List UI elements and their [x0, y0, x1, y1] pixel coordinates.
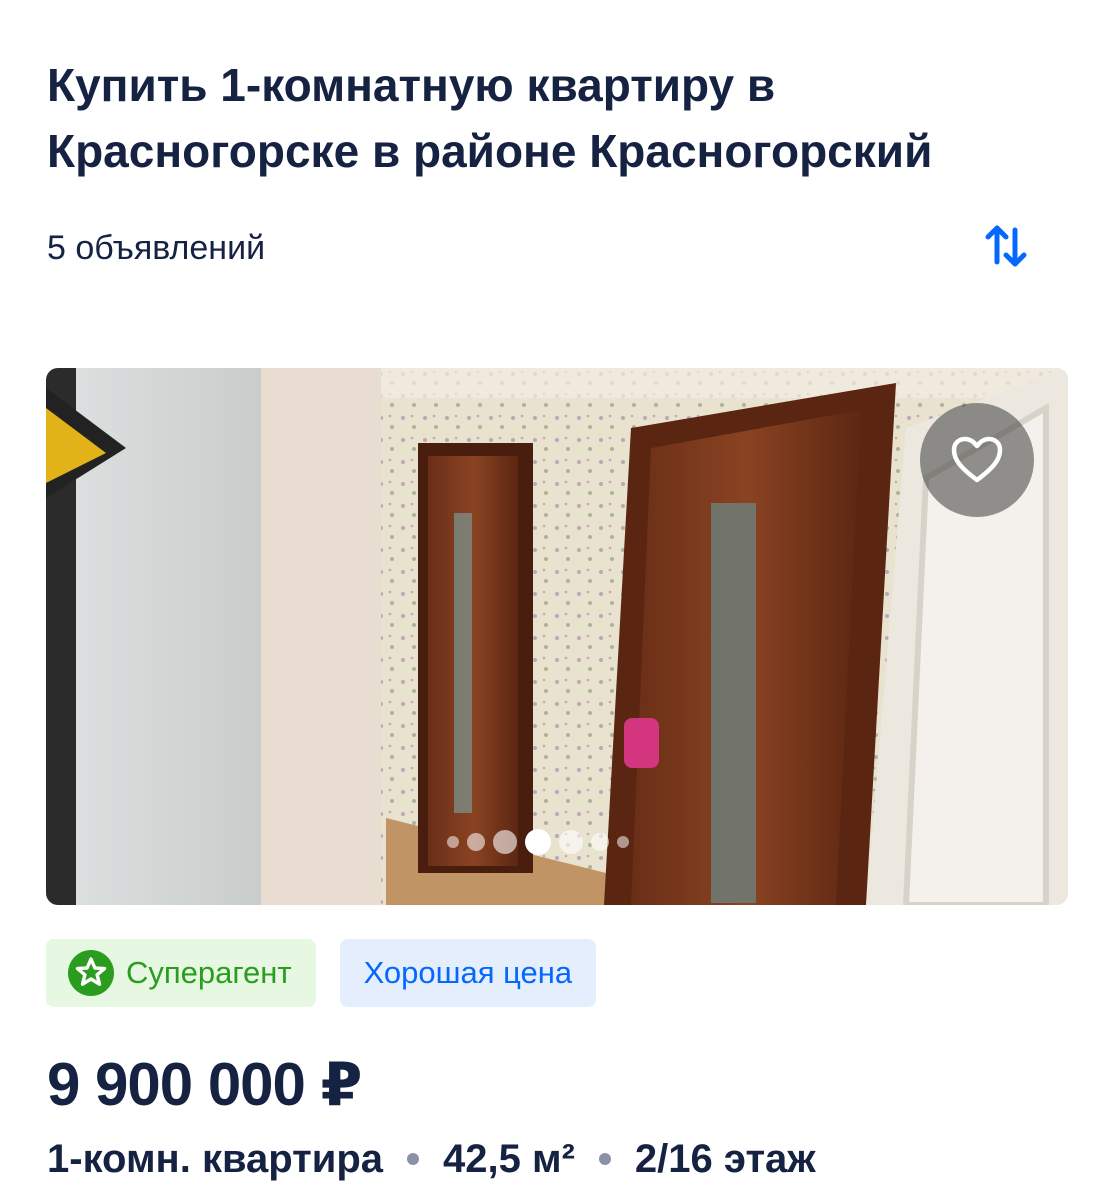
apartment-photo-image — [46, 368, 1068, 905]
gallery-dot[interactable] — [447, 836, 459, 848]
sort-arrows-icon — [985, 225, 1027, 267]
gallery-dot-active[interactable] — [525, 829, 551, 855]
favorite-button[interactable] — [920, 403, 1034, 517]
good-price-badge[interactable]: Хорошая цена — [339, 939, 597, 1007]
star-badge-icon — [68, 950, 114, 996]
gallery-dot[interactable] — [617, 836, 629, 848]
separator-dot — [598, 1153, 611, 1165]
listing-price: 9 900 000 ₽ — [47, 1051, 362, 1118]
listings-count: 5 объявлений — [47, 229, 266, 267]
gallery-dot[interactable] — [591, 833, 609, 851]
floor-label: 2/16 этаж — [634, 1137, 816, 1181]
heart-icon — [951, 436, 1003, 483]
area-label: 42,5 м² — [443, 1137, 575, 1181]
gallery-dot[interactable] — [559, 830, 583, 854]
listing-specs: 1-комн. квартира 42,5 м² 2/16 этаж — [47, 1132, 816, 1186]
gallery-dot[interactable] — [467, 833, 485, 851]
badges-row: Суперагент Хорошая цена — [46, 939, 597, 1007]
separator-dot — [407, 1153, 420, 1165]
sort-button[interactable] — [978, 218, 1034, 274]
gallery-pagination — [447, 828, 629, 856]
superagent-badge[interactable]: Суперагент — [46, 939, 316, 1007]
superagent-label: Суперагент — [126, 955, 292, 990]
listing-photo[interactable] — [46, 368, 1068, 905]
rooms-label: 1-комн. квартира — [47, 1137, 384, 1181]
gallery-dot[interactable] — [493, 830, 517, 854]
good-price-label: Хорошая цена — [363, 955, 573, 990]
page-title: Купить 1-комнатную квартиру в Красногорс… — [47, 59, 933, 177]
